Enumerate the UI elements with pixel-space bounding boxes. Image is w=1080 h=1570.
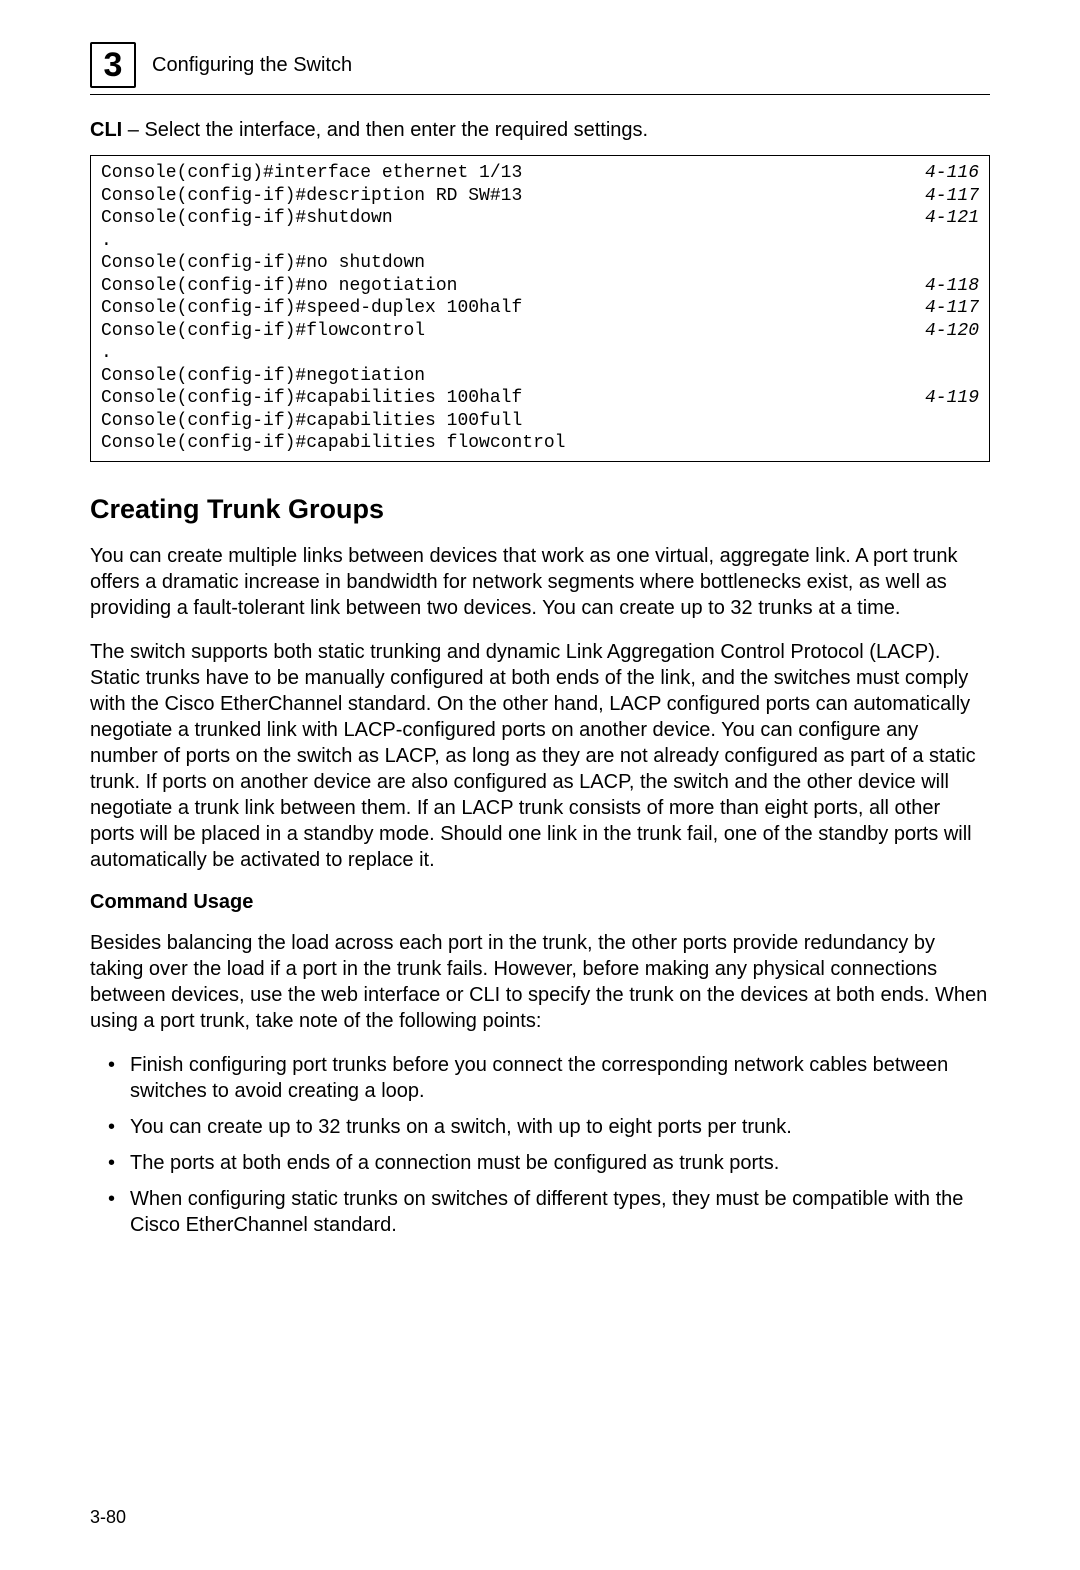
page: 3 Configuring the Switch CLI – Select th… (0, 0, 1080, 1570)
cli-line: Console(config-if)#shutdown 4-121 (101, 207, 979, 230)
cli-cmd: Console(config-if)#shutdown (101, 207, 393, 230)
cli-cmd: Console(config-if)#description RD SW#13 (101, 185, 522, 208)
page-header: 3 Configuring the Switch (90, 42, 990, 95)
chapter-number-box: 3 (90, 42, 136, 88)
cli-line: . (101, 230, 979, 253)
page-number: 3-80 (90, 1507, 126, 1528)
list-item: The ports at both ends of a connection m… (108, 1150, 990, 1176)
paragraph: The switch supports both static trunking… (90, 639, 990, 873)
cli-line: Console(config-if)#description RD SW#13 4… (101, 185, 979, 208)
cli-cmd: . (101, 342, 112, 365)
cli-code-block: Console(config)#interface ethernet 1/13 4… (90, 155, 990, 462)
cli-ref: 4-117 (925, 185, 979, 208)
cli-line: Console(config-if)#flowcontrol 4-120 (101, 320, 979, 343)
cli-line: Console(config-if)#capabilities 100half 4… (101, 387, 979, 410)
cli-line: Console(config-if)#capabilities 100full (101, 410, 979, 433)
section-heading: Creating Trunk Groups (90, 494, 990, 525)
list-item: When configuring static trunks on switch… (108, 1186, 990, 1238)
cli-cmd: Console(config)#interface ethernet 1/13 (101, 162, 522, 185)
cli-label: CLI (90, 119, 122, 141)
list-item: You can create up to 32 trunks on a swit… (108, 1114, 990, 1140)
chapter-title: Configuring the Switch (152, 54, 352, 77)
paragraph: Besides balancing the load across each p… (90, 930, 990, 1034)
paragraph: You can create multiple links between de… (90, 543, 990, 621)
cli-cmd: Console(config-if)#flowcontrol (101, 320, 425, 343)
cli-ref: 4-121 (925, 207, 979, 230)
cli-cmd: Console(config-if)#capabilities 100full (101, 410, 522, 433)
list-item: Finish configuring port trunks before yo… (108, 1052, 990, 1104)
cli-line: Console(config)#interface ethernet 1/13 4… (101, 162, 979, 185)
cli-ref: 4-116 (925, 162, 979, 185)
cli-cmd: Console(config-if)#negotiation (101, 365, 425, 388)
cli-ref: 4-118 (925, 275, 979, 298)
cli-cmd: . (101, 230, 112, 253)
cli-ref: 4-120 (925, 320, 979, 343)
cli-cmd: Console(config-if)#no negotiation (101, 275, 457, 298)
cli-line: . (101, 342, 979, 365)
cli-ref: 4-119 (925, 387, 979, 410)
cli-cmd: Console(config-if)#capabilities 100half (101, 387, 522, 410)
cli-cmd: Console(config-if)#capabilities flowcont… (101, 432, 565, 455)
cli-line: Console(config-if)#no shutdown (101, 252, 979, 275)
cli-line: Console(config-if)#no negotiation 4-118 (101, 275, 979, 298)
cli-line: Console(config-if)#speed-duplex 100half 4… (101, 297, 979, 320)
chapter-number: 3 (104, 46, 123, 85)
cli-cmd: Console(config-if)#speed-duplex 100half (101, 297, 522, 320)
cli-ref: 4-117 (925, 297, 979, 320)
subheading: Command Usage (90, 891, 990, 914)
bullet-list: Finish configuring port trunks before yo… (108, 1052, 990, 1238)
cli-cmd: Console(config-if)#no shutdown (101, 252, 425, 275)
cli-line: Console(config-if)#negotiation (101, 365, 979, 388)
cli-lead-text: – Select the interface, and then enter t… (122, 119, 648, 141)
cli-lead-paragraph: CLI – Select the interface, and then ent… (90, 117, 990, 143)
cli-line: Console(config-if)#capabilities flowcont… (101, 432, 979, 455)
